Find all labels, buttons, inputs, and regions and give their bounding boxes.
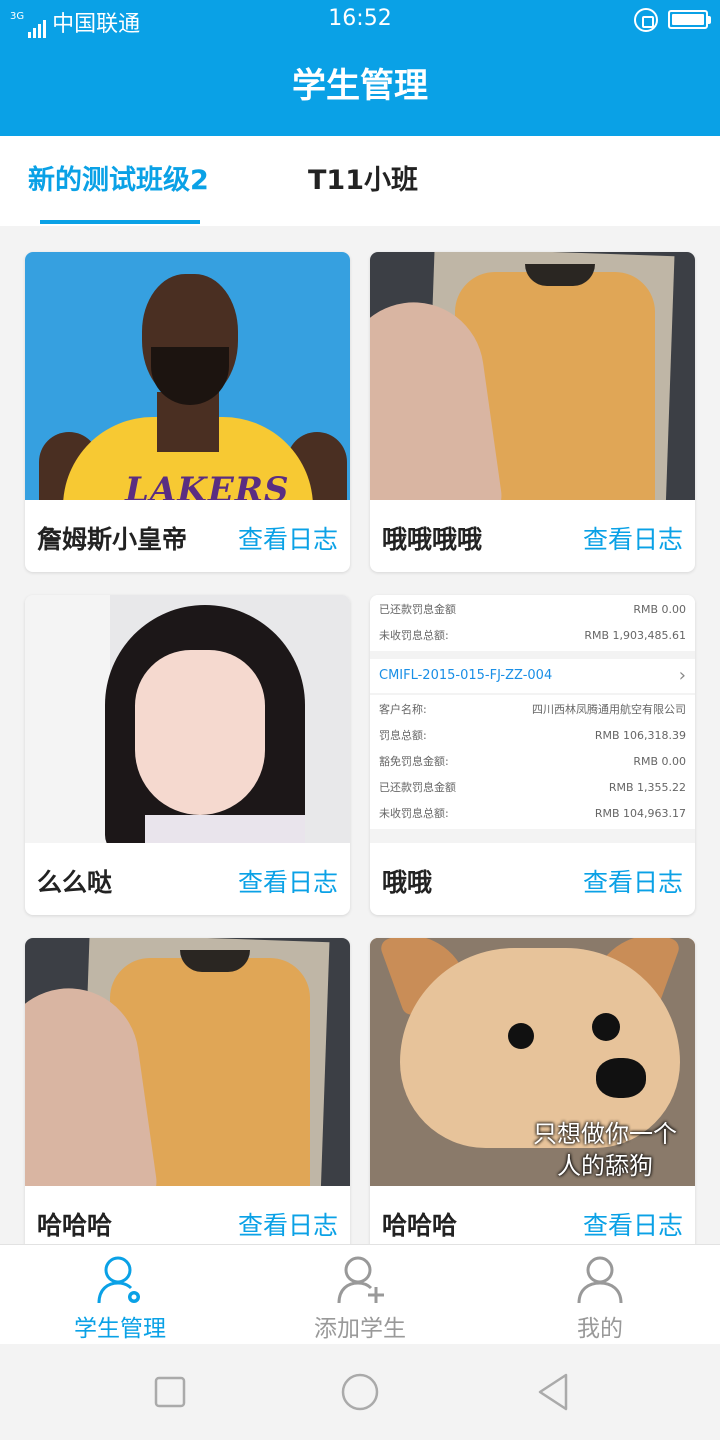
student-name: 詹姆斯小皇帝 [37, 525, 188, 554]
active-tab-indicator [40, 220, 200, 224]
student-name: 哦哦哦哦 [382, 525, 483, 554]
page-title: 学生管理 [0, 40, 720, 136]
class-tabs: 新的测试班级2 T11小班 [0, 136, 720, 226]
user-add-icon [337, 1256, 384, 1304]
nav-label: 添加学生 [314, 1316, 406, 1342]
receipt-row: 已还款罚息金额 RMB 1,355.22 [379, 781, 686, 794]
student-photo [25, 938, 350, 1186]
student-card[interactable]: 哦哦哦哦 查看日志 [370, 252, 695, 572]
view-log-link[interactable]: 查看日志 [238, 1206, 338, 1242]
student-photo: LAKERS [25, 252, 350, 500]
tab-class-1[interactable]: 新的测试班级2 [28, 136, 209, 226]
view-log-link[interactable]: 查看日志 [583, 863, 683, 899]
chevron-right-icon: › [678, 665, 686, 686]
clock: 16:52 [328, 6, 392, 31]
nav-label: 我的 [577, 1316, 623, 1342]
student-card[interactable]: LAKERS 詹姆斯小皇帝 查看日志 [25, 252, 350, 572]
system-nav-bar [0, 1344, 720, 1440]
recent-apps-button[interactable] [154, 1372, 186, 1412]
nav-student-management[interactable]: 学生管理 [0, 1245, 240, 1345]
receipt-row: 已还款罚息金额 RMB 0.00 [379, 603, 686, 616]
nav-mine[interactable]: 我的 [480, 1245, 720, 1345]
tab-class-2[interactable]: T11小班 [308, 136, 418, 226]
home-button[interactable] [340, 1372, 380, 1412]
student-name: 哈哈哈 [382, 1211, 458, 1240]
student-grid: LAKERS 詹姆斯小皇帝 查看日志 哦哦哦哦 查看日志 么么哒 查看日志 已还… [0, 226, 720, 1244]
receipt-contract-row: CMIFL-2015-015-FJ-ZZ-004 › [379, 663, 686, 689]
status-bar: 3G 中国联通 16:52 [0, 0, 720, 40]
student-name: 哈哈哈 [37, 1211, 113, 1240]
receipt-row: 豁免罚息金额: RMB 0.00 [379, 755, 686, 768]
student-photo [25, 595, 350, 843]
nav-label: 学生管理 [74, 1316, 166, 1342]
jersey-logo: LAKERS [125, 470, 290, 500]
student-photo: 已还款罚息金额 RMB 0.00 未收罚息总额: RMB 1,903,485.61 … [370, 595, 695, 843]
view-log-link[interactable]: 查看日志 [583, 1206, 683, 1242]
nav-add-student[interactable]: 添加学生 [240, 1245, 480, 1345]
receipt-row: 未收罚息总额: RMB 1,903,485.61 [379, 629, 686, 642]
view-log-link[interactable]: 查看日志 [583, 520, 683, 556]
student-photo: 只想做你一个 人的舔狗 [370, 938, 695, 1186]
view-log-link[interactable]: 查看日志 [238, 863, 338, 899]
receipt-row: 罚息总额: RMB 106,318.39 [379, 729, 686, 742]
receipt-row: 客户名称: 四川西林凤腾通用航空有限公司 [379, 703, 686, 716]
bottom-nav: 学生管理 添加学生 我的 [0, 1244, 720, 1344]
user-settings-icon [97, 1256, 140, 1304]
student-card[interactable]: 哈哈哈 查看日志 [25, 938, 350, 1244]
student-name: 哦哦 [382, 868, 433, 897]
battery-icon [668, 10, 711, 29]
user-icon [577, 1256, 623, 1304]
student-card[interactable]: 已还款罚息金额 RMB 0.00 未收罚息总额: RMB 1,903,485.61 … [370, 595, 695, 915]
receipt-row: 未收罚息总额: RMB 104,963.17 [379, 807, 686, 820]
meme-caption: 只想做你一个 人的舔狗 [533, 1120, 677, 1180]
back-button[interactable] [536, 1372, 572, 1412]
rotation-lock-icon [634, 8, 658, 32]
student-photo [370, 252, 695, 500]
student-name: 么么哒 [37, 868, 113, 897]
view-log-link[interactable]: 查看日志 [238, 520, 338, 556]
student-card[interactable]: 只想做你一个 人的舔狗 哈哈哈 查看日志 [370, 938, 695, 1244]
student-card[interactable]: 么么哒 查看日志 [25, 595, 350, 915]
